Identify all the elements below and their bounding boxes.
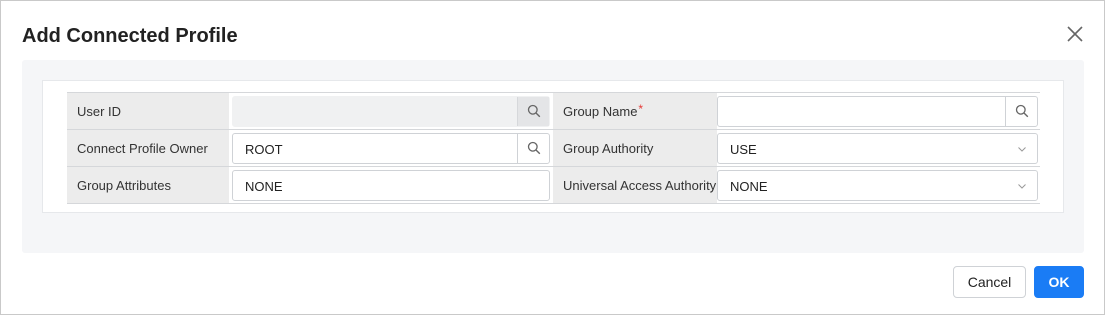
connect-profile-owner-label: Connect Profile Owner [67,129,229,167]
close-icon[interactable] [1064,23,1086,45]
group-attributes-value: NONE [245,178,283,194]
dialog-title: Add Connected Profile [22,25,238,47]
owner-search-button[interactable] [517,133,549,163]
chevron-down-icon [1018,183,1026,189]
group-attributes-label: Group Attributes [67,166,229,204]
user-id-search-button[interactable] [517,96,549,126]
search-icon [527,141,540,155]
group-name-search-button[interactable] [1005,96,1037,126]
universal-access-authority-select[interactable]: NONE [717,169,1038,201]
dialog-body: User ID Group Name* Connect Profile Owne… [22,60,1084,253]
universal-access-authority-value: NONE [730,178,768,194]
connect-profile-owner-field[interactable]: ROOT [232,132,550,164]
form-panel: User ID Group Name* Connect Profile Owne… [42,80,1064,213]
ok-button[interactable]: OK [1034,266,1084,298]
group-authority-label: Group Authority [553,129,717,167]
search-icon [527,104,540,118]
add-connected-profile-dialog: Add Connected Profile User ID Group Name… [0,0,1105,315]
chevron-down-icon [1018,146,1026,152]
group-authority-value: USE [730,141,757,157]
group-name-field[interactable] [717,95,1038,127]
form-table: User ID Group Name* Connect Profile Owne… [67,92,1040,204]
form-row-owner: Connect Profile Owner ROOT Group Authori… [67,129,1040,167]
user-id-field [232,95,550,127]
group-attributes-field[interactable]: NONE [232,169,550,201]
universal-access-authority-label: Universal Access Authority [553,166,717,204]
search-icon [1015,104,1028,118]
group-name-label: Group Name [563,103,638,119]
cancel-button[interactable]: Cancel [953,266,1026,298]
form-row-user-id: User ID Group Name* [67,92,1040,130]
form-row-attributes: Group Attributes NONE Universal Access A… [67,166,1040,204]
group-authority-select[interactable]: USE [717,132,1038,164]
connect-profile-owner-value: ROOT [245,141,283,157]
user-id-label: User ID [67,92,229,130]
required-marker: * [638,101,644,116]
